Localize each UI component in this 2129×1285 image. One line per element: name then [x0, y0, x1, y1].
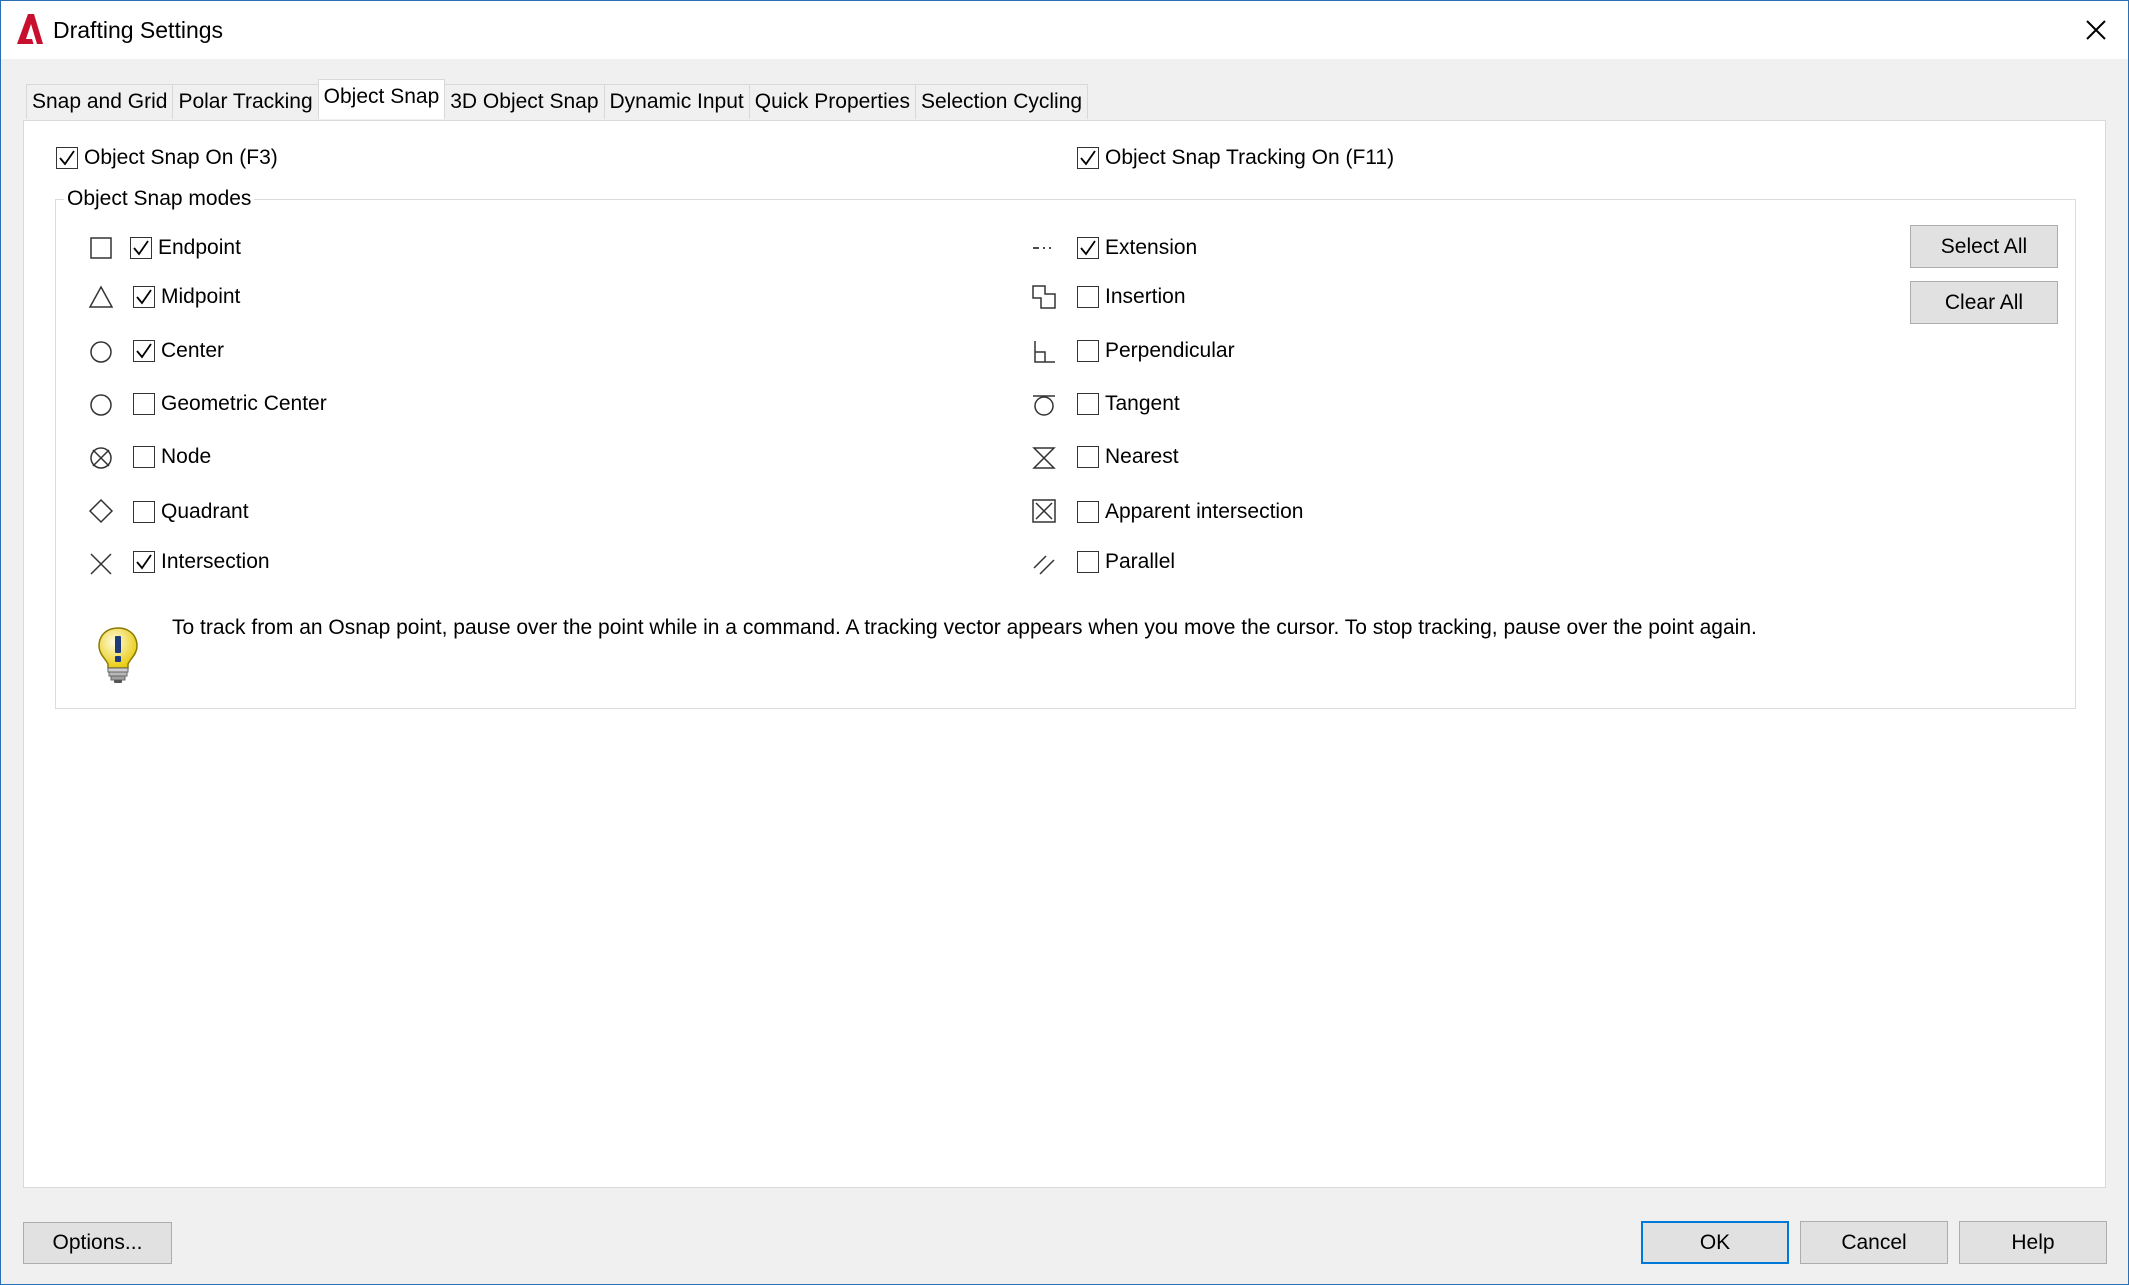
- apparent-intersection-icon: [1032, 499, 1056, 523]
- checkbox-label: Object Snap Tracking On (F11): [1105, 146, 1395, 169]
- extension-icon: [1033, 247, 1051, 249]
- checkbox-label: Insertion: [1105, 285, 1186, 308]
- nearest-checkbox[interactable]: Nearest: [1077, 444, 1179, 470]
- help-button[interactable]: Help: [1959, 1221, 2107, 1264]
- tab-3d-object-snap[interactable]: 3D Object Snap: [444, 84, 605, 119]
- node-icon: [90, 447, 112, 469]
- nearest-icon: [1032, 447, 1056, 469]
- tangent-checkbox[interactable]: Tangent: [1077, 391, 1180, 417]
- checkbox-label: Object Snap On (F3): [84, 146, 278, 169]
- quadrant-checkbox[interactable]: Quadrant: [133, 499, 249, 525]
- options-button[interactable]: Options...: [23, 1222, 172, 1264]
- geometric-center-checkbox[interactable]: Geometric Center: [133, 391, 327, 417]
- checkbox-label: Endpoint: [158, 236, 241, 259]
- close-button[interactable]: [2064, 1, 2128, 59]
- tangent-icon: [1033, 395, 1055, 416]
- checkbox-label: Parallel: [1105, 550, 1176, 573]
- checkbox-box: [1077, 501, 1099, 523]
- checkbox-label: Tangent: [1105, 392, 1180, 415]
- tab-selection-cycling[interactable]: Selection Cycling: [914, 84, 1089, 119]
- checkbox-label: Apparent intersection: [1105, 500, 1304, 523]
- object-snap-modes-label: Object Snap modes: [64, 186, 255, 212]
- checkbox-box: [133, 393, 155, 415]
- tab-object-snap[interactable]: Object Snap: [317, 79, 446, 119]
- title-bar: Drafting Settings: [1, 1, 2128, 59]
- intersection-icon: [90, 553, 112, 575]
- object-snap-tracking-checkbox[interactable]: Object Snap Tracking On (F11): [1077, 145, 1394, 171]
- checkbox-label: Intersection: [161, 550, 270, 573]
- ok-button[interactable]: OK: [1641, 1221, 1789, 1264]
- checkbox-box: [133, 340, 155, 362]
- extension-checkbox[interactable]: Extension: [1077, 235, 1197, 261]
- tab-quick-properties[interactable]: Quick Properties: [748, 84, 916, 119]
- geometric-center-icon: [90, 394, 112, 416]
- object-snap-panel: Object Snap On (F3) Object Snap Tracking…: [23, 120, 2106, 1188]
- checkbox-box: [56, 147, 78, 169]
- tab-dynamic-input[interactable]: Dynamic Input: [603, 84, 750, 119]
- intersection-checkbox[interactable]: Intersection: [133, 549, 270, 575]
- checkbox-box: [1077, 340, 1099, 362]
- perpendicular-icon: [1034, 341, 1055, 363]
- drafting-settings-dialog: Drafting Settings Snap and Grid Polar Tr…: [0, 0, 2129, 1285]
- tab-snap-and-grid[interactable]: Snap and Grid: [26, 84, 174, 119]
- checkbox-label: Quadrant: [161, 500, 249, 523]
- checkbox-label: Node: [161, 445, 212, 468]
- close-icon: [2086, 20, 2106, 40]
- apparent-intersection-checkbox[interactable]: Apparent intersection: [1077, 499, 1303, 525]
- checkbox-box: [1077, 147, 1099, 169]
- window-title: Drafting Settings: [53, 17, 224, 43]
- tab-polar-tracking[interactable]: Polar Tracking: [172, 84, 319, 119]
- endpoint-icon: [90, 237, 112, 259]
- center-checkbox[interactable]: Center: [133, 338, 224, 364]
- insertion-icon: [1032, 285, 1056, 309]
- checkbox-box: [130, 237, 152, 259]
- checkbox-box: [133, 551, 155, 573]
- checkbox-label: Midpoint: [161, 285, 241, 308]
- parallel-checkbox[interactable]: Parallel: [1077, 549, 1175, 575]
- checkbox-box: [1077, 446, 1099, 468]
- checkbox-box: [133, 286, 155, 308]
- checkbox-label: Nearest: [1105, 445, 1179, 468]
- select-all-button[interactable]: Select All: [1910, 225, 2058, 268]
- parallel-icon: [1033, 555, 1055, 575]
- perpendicular-checkbox[interactable]: Perpendicular: [1077, 338, 1235, 364]
- tracking-tip-text: To track from an Osnap point, pause over…: [172, 616, 1757, 639]
- node-checkbox[interactable]: Node: [133, 444, 211, 470]
- autocad-logo-icon: [17, 14, 43, 44]
- insertion-checkbox[interactable]: Insertion: [1077, 284, 1186, 310]
- checkbox-box: [133, 501, 155, 523]
- cancel-button[interactable]: Cancel: [1800, 1221, 1948, 1264]
- checkbox-label: Center: [161, 339, 225, 362]
- midpoint-checkbox[interactable]: Midpoint: [133, 284, 240, 310]
- midpoint-icon: [88, 285, 114, 308]
- checkbox-label: Geometric Center: [161, 392, 327, 415]
- quadrant-icon: [88, 498, 114, 524]
- center-icon: [90, 341, 112, 363]
- checkbox-box: [133, 446, 155, 468]
- checkbox-box: [1077, 286, 1099, 308]
- clear-all-button[interactable]: Clear All: [1910, 281, 2058, 324]
- checkbox-box: [1077, 237, 1099, 259]
- endpoint-checkbox[interactable]: Endpoint: [130, 235, 241, 261]
- checkbox-label: Extension: [1105, 236, 1198, 259]
- checkbox-box: [1077, 393, 1099, 415]
- tab-strip: Snap and Grid Polar Tracking Object Snap…: [26, 79, 1089, 120]
- lightbulb-icon: [98, 627, 138, 683]
- checkbox-box: [1077, 551, 1099, 573]
- object-snap-on-checkbox[interactable]: Object Snap On (F3): [56, 145, 278, 171]
- checkbox-label: Perpendicular: [1105, 339, 1235, 362]
